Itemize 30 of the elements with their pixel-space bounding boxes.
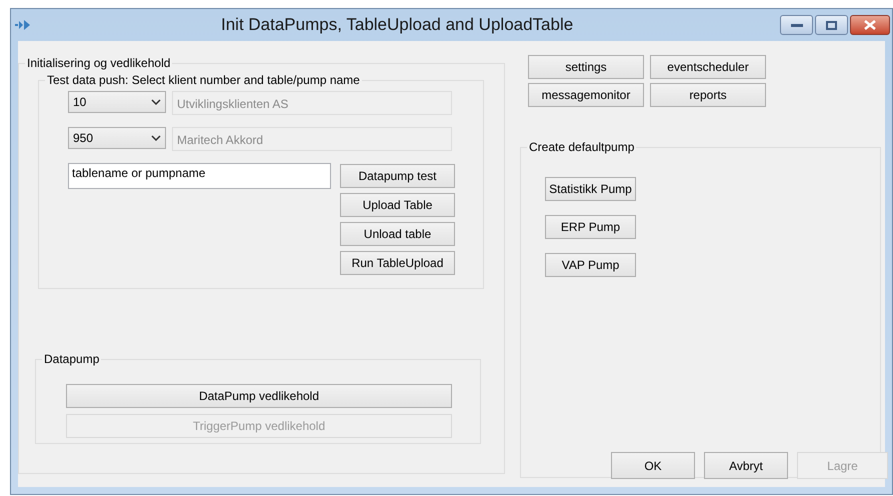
app-icon — [15, 20, 31, 30]
maximize-button[interactable] — [815, 15, 848, 35]
client-dropdown[interactable]: 950 — [68, 127, 166, 149]
button[interactable]: Unload table — [340, 222, 455, 246]
button[interactable]: Upload Table — [340, 193, 455, 217]
group-title: Test data push: Select klient number and table/pump name — [45, 72, 362, 88]
minimize-button[interactable] — [780, 15, 813, 35]
group-title: Create defaultpump — [527, 139, 636, 155]
button[interactable]: messagemonitor — [528, 83, 644, 107]
button[interactable]: Datapump test — [340, 164, 455, 188]
button[interactable]: DataPump vedlikehold — [66, 384, 452, 408]
chevron-down-icon — [151, 135, 161, 141]
close-button[interactable] — [850, 15, 890, 35]
button[interactable]: OK — [611, 452, 695, 479]
name-input[interactable]: tablename or pumpname — [68, 163, 331, 189]
client-name-field: Utviklingsklienten AS — [172, 91, 452, 115]
button[interactable]: VAP Pump — [545, 253, 636, 277]
close-icon — [864, 20, 876, 30]
client-name-field: Maritech Akkord — [172, 127, 452, 151]
button[interactable]: reports — [650, 83, 766, 107]
client-dropdown[interactable]: 10 — [68, 91, 166, 113]
window-title: Init DataPumps, TableUpload and UploadTable — [221, 14, 574, 36]
button[interactable]: Avbryt — [704, 452, 788, 479]
button[interactable]: Run TableUpload — [340, 251, 455, 275]
button[interactable]: settings — [528, 55, 644, 79]
group-title: Initialisering og vedlikehold — [25, 55, 172, 71]
button[interactable]: ERP Pump — [545, 215, 636, 239]
chevron-down-icon — [151, 99, 161, 105]
button[interactable]: eventscheduler — [650, 55, 766, 79]
button[interactable]: Statistikk Pump — [545, 177, 636, 201]
